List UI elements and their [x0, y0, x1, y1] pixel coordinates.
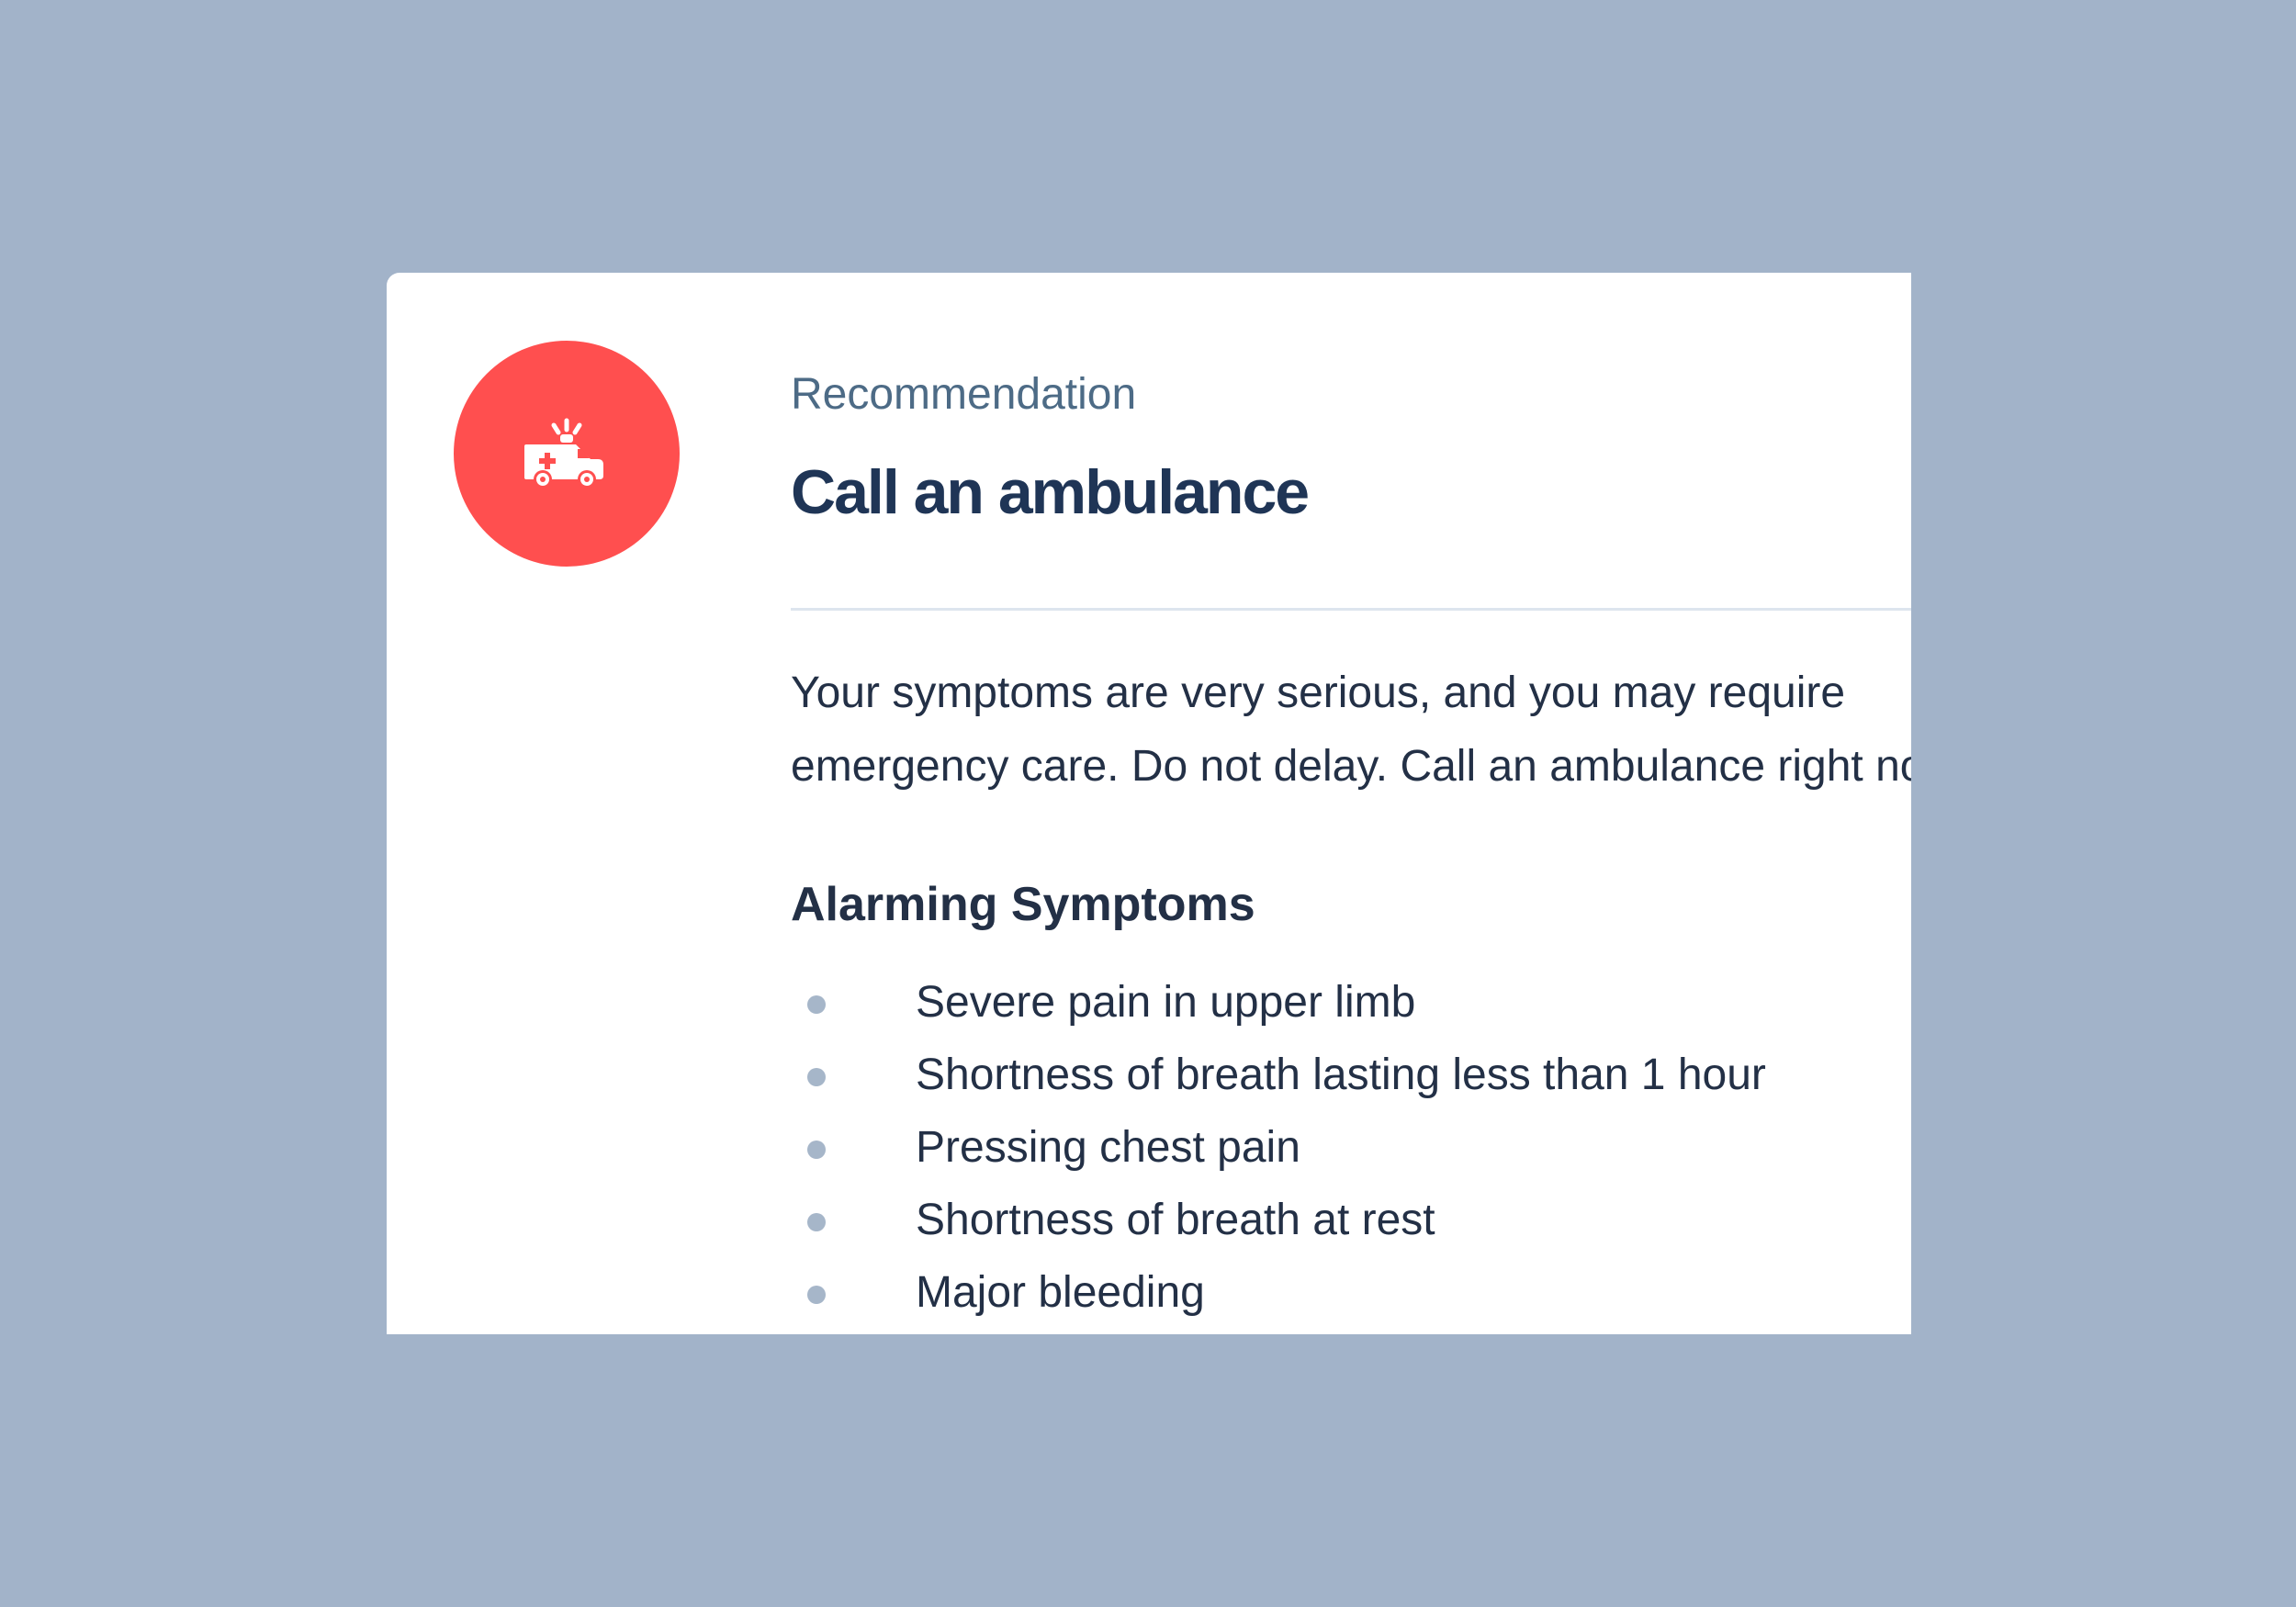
symptom-text: Pressing chest pain [916, 1123, 1300, 1172]
recommendation-label: Recommendation [791, 370, 1137, 419]
symptom-item: Shortness of breath at rest [791, 1190, 1766, 1263]
recommendation-message: Your symptoms are very serious, and you … [791, 669, 1911, 791]
bullet-icon [807, 1213, 826, 1231]
symptom-item: Shortness of breath lasting less than 1 … [791, 1045, 1766, 1118]
alarming-symptoms-heading: Alarming Symptoms [791, 878, 1255, 931]
divider [791, 608, 1911, 611]
bullet-icon [807, 1141, 826, 1159]
bullet-icon [807, 995, 826, 1014]
symptom-item: Severe pain in upper limb [791, 972, 1766, 1045]
symptom-text: Shortness of breath lasting less than 1 … [916, 1051, 1766, 1099]
symptom-item: Pressing chest pain [791, 1118, 1766, 1190]
symptom-text: Shortness of breath at rest [916, 1196, 1435, 1244]
ambulance-icon-badge [454, 341, 680, 567]
bullet-icon [807, 1068, 826, 1086]
symptom-text: Severe pain in upper limb [916, 978, 1416, 1027]
recommendation-title: Call an ambulance [791, 457, 1310, 527]
ambulance-icon [524, 418, 603, 489]
symptom-text: Major bleeding [916, 1268, 1205, 1317]
symptom-item: Major bleeding [791, 1263, 1766, 1334]
recommendation-card: Recommendation Call an ambulance Your sy… [387, 273, 1911, 1334]
symptom-list: Severe pain in upper limb Shortness of b… [791, 972, 1766, 1334]
bullet-icon [807, 1286, 826, 1304]
